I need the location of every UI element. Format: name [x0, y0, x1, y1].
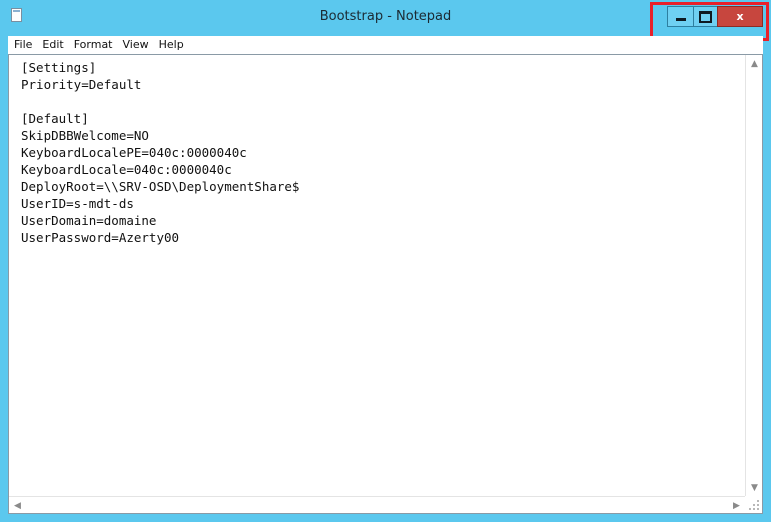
menu-format[interactable]: Format	[69, 36, 118, 54]
menu-edit[interactable]: Edit	[37, 36, 68, 54]
close-icon: x	[736, 10, 744, 23]
chevron-right-icon[interactable]: ▶	[729, 498, 744, 513]
text-line: UserPassword=Azerty00	[21, 230, 180, 245]
text-line: UserID=s-mdt-ds	[21, 196, 134, 211]
text-line: [Settings]	[21, 60, 97, 75]
close-button[interactable]: x	[717, 6, 763, 27]
minimize-button[interactable]	[667, 6, 693, 27]
text-line: SkipDBBWelcome=NO	[21, 128, 149, 143]
menu-view[interactable]: View	[118, 36, 154, 54]
menu-file[interactable]: File	[8, 36, 37, 54]
editor-area: [Settings] Priority=Default [Default] Sk…	[8, 54, 763, 514]
window-title: Bootstrap - Notepad	[319, 9, 452, 24]
window-controls: x	[667, 6, 763, 27]
text-line: Priority=Default	[21, 77, 142, 92]
text-line: KeyboardLocale=040c:0000040c	[21, 162, 232, 177]
chevron-down-icon[interactable]: ▼	[747, 480, 762, 495]
minimize-icon	[675, 18, 686, 21]
title-bar[interactable]: Bootstrap - Notepad x	[0, 0, 771, 41]
chevron-up-icon[interactable]: ▲	[747, 56, 762, 71]
menu-bar: File Edit Format View Help	[8, 36, 763, 54]
text-line: [Default]	[21, 111, 89, 126]
text-editor[interactable]: [Settings] Priority=Default [Default] Sk…	[9, 55, 745, 496]
text-line: DeployRoot=\\SRV-OSD\DeploymentShare$	[21, 179, 300, 194]
resize-grip-icon[interactable]	[745, 496, 762, 513]
text-line: KeyboardLocalePE=040c:0000040c	[21, 145, 247, 160]
maximize-icon	[699, 10, 712, 23]
text-line: UserDomain=domaine	[21, 213, 157, 228]
text-line	[21, 93, 745, 110]
menu-help[interactable]: Help	[154, 36, 189, 54]
maximize-button[interactable]	[693, 6, 717, 27]
notepad-window: Bootstrap - Notepad x File Edit Format V…	[0, 0, 771, 522]
horizontal-scrollbar[interactable]: ◀ ▶	[9, 496, 745, 513]
vertical-scrollbar[interactable]: ▲ ▼	[745, 55, 762, 496]
chevron-left-icon[interactable]: ◀	[10, 498, 25, 513]
